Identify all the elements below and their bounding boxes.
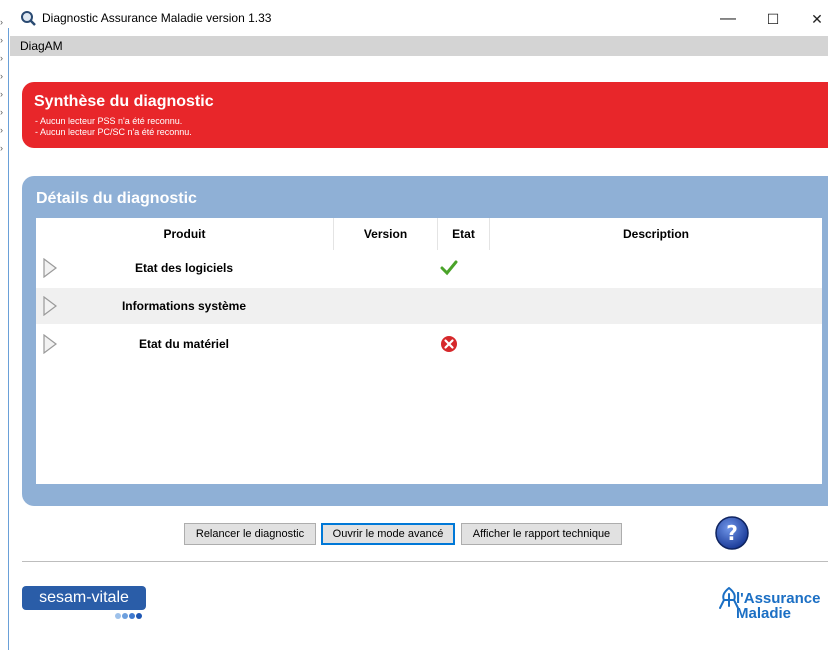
table-row-hardware[interactable]: Etat du matériel bbox=[36, 326, 822, 362]
row-product-label: Informations système bbox=[121, 299, 247, 313]
chevron-right-icon: › bbox=[0, 35, 3, 45]
minimize-button[interactable]: — bbox=[713, 6, 743, 32]
check-icon bbox=[440, 260, 458, 276]
summary-line: - Aucun lecteur PC/SC n'a été reconnu. bbox=[35, 127, 192, 137]
error-icon bbox=[441, 336, 457, 352]
help-icon[interactable]: ? bbox=[714, 515, 750, 551]
column-header-version[interactable]: Version bbox=[334, 218, 438, 250]
summary-line: - Aucun lecteur PSS n'a été reconnu. bbox=[35, 116, 183, 126]
window-title: Diagnostic Assurance Maladie version 1.3… bbox=[42, 11, 272, 25]
chevron-right-icon: › bbox=[0, 89, 3, 99]
sesam-vitale-logo: sesam-vitale bbox=[22, 586, 146, 620]
details-title: Détails du diagnostic bbox=[36, 190, 197, 207]
chevron-right-icon: › bbox=[0, 17, 3, 27]
table-row-software[interactable]: Etat des logiciels bbox=[36, 250, 822, 286]
close-button[interactable]: ✕ bbox=[802, 6, 828, 32]
row-product-label: Etat des logiciels bbox=[134, 261, 234, 275]
column-header-etat[interactable]: Etat bbox=[438, 218, 490, 250]
left-edge-line bbox=[8, 28, 9, 650]
chevron-right-icon: › bbox=[0, 71, 3, 81]
menu-bar: DiagAM bbox=[10, 36, 828, 56]
menu-item-diagam[interactable]: DiagAM bbox=[20, 39, 63, 53]
table-row-system[interactable]: Informations système bbox=[36, 288, 822, 324]
details-table: Produit Version Etat Description Etat de… bbox=[36, 218, 822, 484]
row-product-label: Etat du matériel bbox=[138, 337, 230, 351]
details-panel: Détails du diagnostic Produit Version Et… bbox=[22, 176, 828, 506]
summary-title: Synthèse du diagnostic bbox=[34, 93, 214, 110]
advanced-mode-button[interactable]: Ouvrir le mode avancé bbox=[321, 523, 455, 545]
rerun-diagnostic-button[interactable]: Relancer le diagnostic bbox=[184, 523, 316, 545]
technical-report-button[interactable]: Afficher le rapport technique bbox=[461, 523, 622, 545]
assurance-maladie-logo: l'Assurance Maladie bbox=[712, 580, 828, 630]
chevron-right-icon: › bbox=[0, 107, 3, 117]
footer-separator bbox=[22, 561, 828, 562]
chevron-right-icon: › bbox=[0, 125, 3, 135]
sesam-dots-icon bbox=[115, 613, 142, 619]
maximize-button[interactable]: ☐ bbox=[758, 6, 788, 32]
chevron-right-icon: › bbox=[0, 53, 3, 63]
chevron-right-icon: › bbox=[0, 143, 3, 153]
app-magnifier-icon bbox=[21, 11, 36, 26]
title-bar: Diagnostic Assurance Maladie version 1.3… bbox=[10, 0, 828, 36]
summary-panel: Synthèse du diagnostic - Aucun lecteur P… bbox=[22, 82, 828, 148]
svg-text:?: ? bbox=[726, 521, 738, 545]
column-header-produit[interactable]: Produit bbox=[36, 218, 334, 250]
left-edge-strip: › › › › › › › › bbox=[0, 0, 10, 650]
sesam-vitale-text: sesam-vitale bbox=[22, 586, 146, 610]
assurance-maladie-line2: Maladie bbox=[736, 605, 792, 622]
column-header-description[interactable]: Description bbox=[490, 218, 822, 250]
